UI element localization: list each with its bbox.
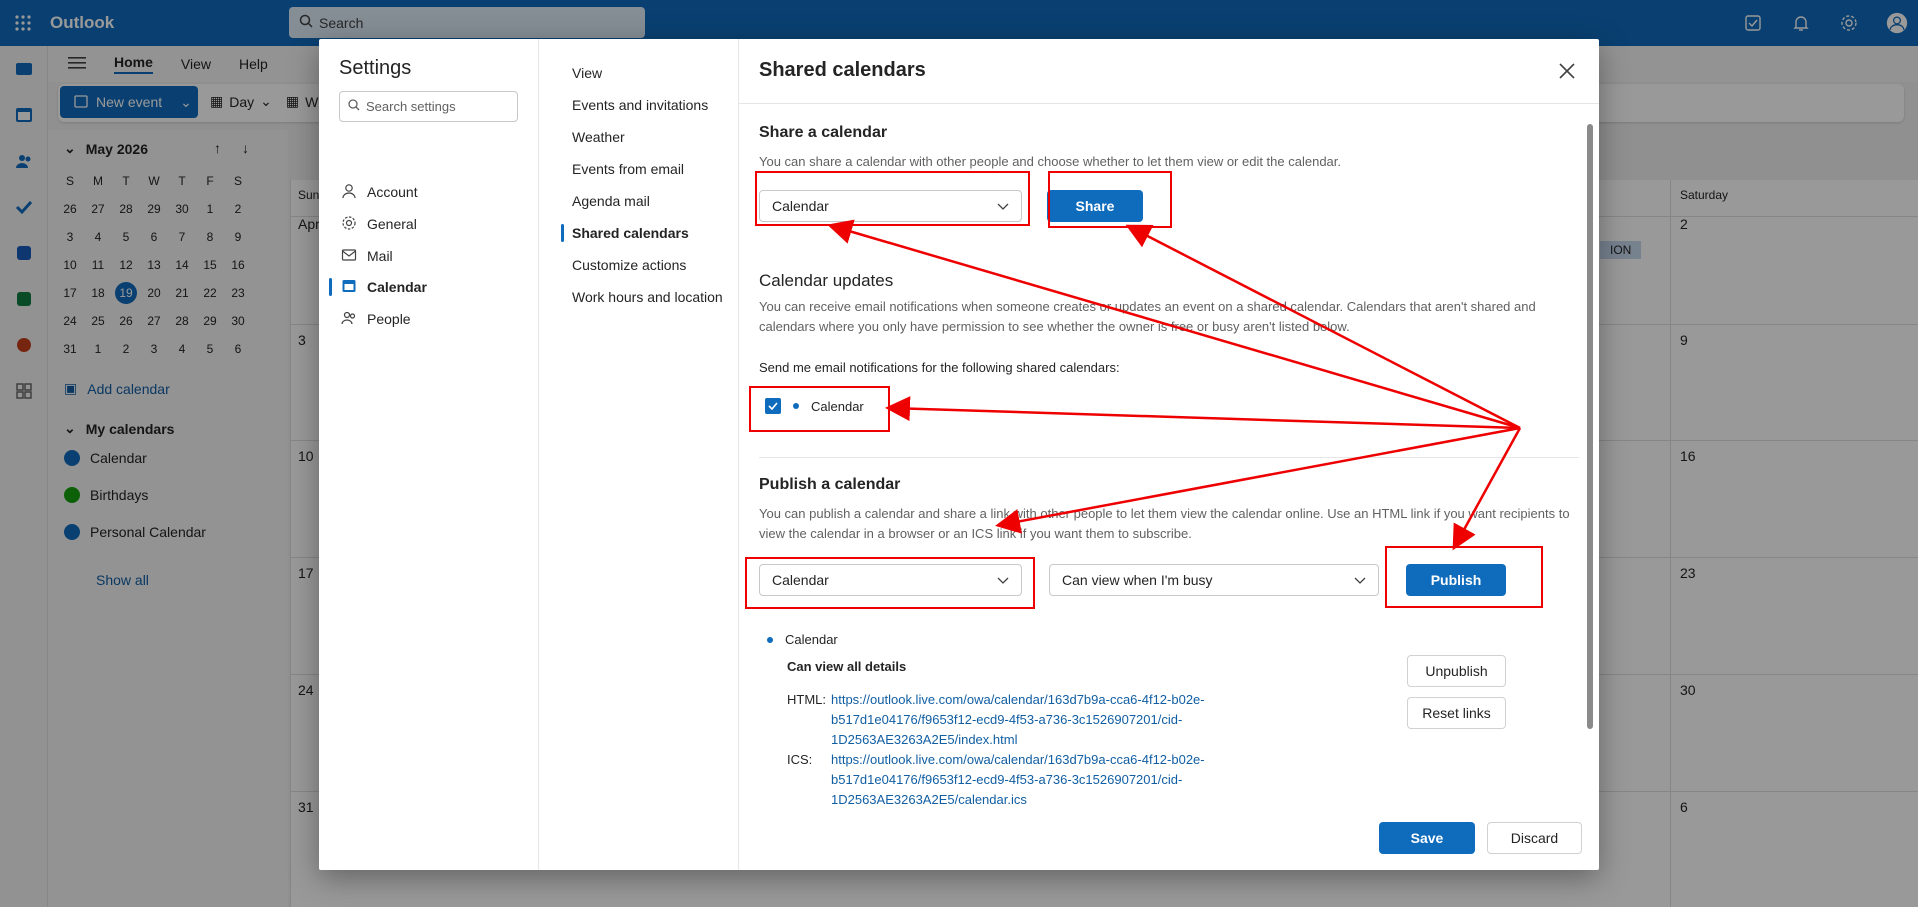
publish-calendar-description: You can publish a calendar and share a l… bbox=[759, 506, 1570, 541]
subnav-customize-actions[interactable]: Customize actions bbox=[572, 253, 686, 277]
calendar-updates-description: You can receive email notifications when… bbox=[759, 299, 1536, 334]
subnav-shared-calendars[interactable]: Shared calendars bbox=[572, 221, 689, 245]
permission-dropdown[interactable]: Can view when I'm busy bbox=[1049, 564, 1379, 596]
publish-calendar-heading: Publish a calendar bbox=[759, 476, 901, 493]
settings-title: Settings bbox=[339, 57, 412, 79]
published-calendar-name: Calendar bbox=[785, 632, 838, 647]
settings-nav-people[interactable]: People bbox=[341, 307, 411, 331]
panel-title: Shared calendars bbox=[759, 59, 926, 81]
calendar-settings-subnav: View Events and invitations Weather Even… bbox=[539, 39, 739, 870]
settings-nav-label: General bbox=[367, 216, 417, 232]
settings-nav: Settings Search settings Account General… bbox=[319, 39, 539, 870]
settings-nav-general[interactable]: General bbox=[341, 212, 417, 236]
search-icon bbox=[348, 99, 360, 114]
discard-button[interactable]: Discard bbox=[1487, 822, 1582, 854]
calendar-color-dot bbox=[767, 636, 773, 643]
chevron-down-icon bbox=[1354, 572, 1366, 588]
settings-dialog: Settings Search settings Account General… bbox=[319, 39, 1599, 870]
scrollbar[interactable] bbox=[1587, 114, 1593, 804]
people-icon bbox=[341, 310, 357, 329]
settings-nav-label: Account bbox=[367, 184, 418, 200]
highlight-publish-button bbox=[1385, 546, 1543, 608]
dropdown-value: Can view when I'm busy bbox=[1062, 572, 1213, 588]
selected-indicator bbox=[561, 224, 564, 242]
settings-nav-calendar[interactable]: Calendar bbox=[341, 275, 427, 299]
subnav-events-from-email[interactable]: Events from email bbox=[572, 157, 684, 181]
link-line[interactable]: 1D2563AE3263A2E5/index.html bbox=[831, 730, 1205, 750]
section-divider bbox=[759, 457, 1579, 458]
settings-nav-account[interactable]: Account bbox=[341, 180, 418, 204]
share-calendar-heading: Share a calendar bbox=[759, 124, 888, 141]
gear-icon bbox=[341, 215, 357, 234]
settings-nav-label: Calendar bbox=[367, 279, 427, 295]
dialog-footer: Save Discard bbox=[739, 807, 1599, 870]
html-label: HTML: bbox=[787, 692, 826, 707]
published-calendar-row: Calendar bbox=[767, 632, 838, 647]
highlight-share-button bbox=[1048, 171, 1172, 228]
shared-calendars-panel: Shared calendars Share a calendar You ca… bbox=[739, 39, 1599, 870]
close-icon[interactable] bbox=[1553, 57, 1581, 85]
link-line[interactable]: https://outlook.live.com/owa/calendar/16… bbox=[831, 690, 1205, 710]
calendar-updates-heading: Calendar updates bbox=[759, 271, 894, 290]
notifications-label: Send me email notifications for the foll… bbox=[759, 360, 1120, 375]
selected-indicator bbox=[329, 278, 332, 296]
highlight-notification-checkbox bbox=[749, 386, 890, 432]
save-button[interactable]: Save bbox=[1379, 822, 1475, 854]
unpublish-button[interactable]: Unpublish bbox=[1407, 655, 1506, 687]
link-line[interactable]: https://outlook.live.com/owa/calendar/16… bbox=[831, 750, 1205, 770]
reset-links-button[interactable]: Reset links bbox=[1407, 697, 1506, 729]
settings-search-placeholder: Search settings bbox=[366, 99, 456, 114]
link-line[interactable]: b517d1e04176/f9653f12-ecd9-4f53-a736-3c1… bbox=[831, 770, 1205, 790]
subnav-agenda-mail[interactable]: Agenda mail bbox=[572, 189, 650, 213]
highlight-share-dropdown bbox=[755, 171, 1030, 226]
settings-nav-label: Mail bbox=[367, 248, 393, 264]
subnav-weather[interactable]: Weather bbox=[572, 125, 625, 149]
mail-icon bbox=[341, 247, 357, 266]
subnav-view[interactable]: View bbox=[572, 61, 602, 85]
html-link[interactable]: https://outlook.live.com/owa/calendar/16… bbox=[831, 690, 1205, 750]
link-line[interactable]: b517d1e04176/f9653f12-ecd9-4f53-a736-3c1… bbox=[831, 710, 1205, 730]
settings-nav-mail[interactable]: Mail bbox=[341, 244, 393, 268]
subnav-events-and-invitations[interactable]: Events and invitations bbox=[572, 93, 708, 117]
ics-link[interactable]: https://outlook.live.com/owa/calendar/16… bbox=[831, 750, 1205, 810]
person-icon bbox=[341, 183, 357, 202]
settings-nav-label: People bbox=[367, 311, 411, 327]
calendar-icon bbox=[341, 278, 357, 297]
settings-search-input[interactable]: Search settings bbox=[339, 91, 518, 122]
published-permission: Can view all details bbox=[787, 659, 907, 674]
subnav-work-hours-and-location[interactable]: Work hours and location bbox=[572, 285, 723, 309]
highlight-publish-dropdown bbox=[745, 557, 1035, 609]
scrollbar-thumb[interactable] bbox=[1587, 124, 1593, 729]
ics-label: ICS: bbox=[787, 752, 813, 767]
share-calendar-description: You can share a calendar with other peop… bbox=[759, 154, 1342, 169]
